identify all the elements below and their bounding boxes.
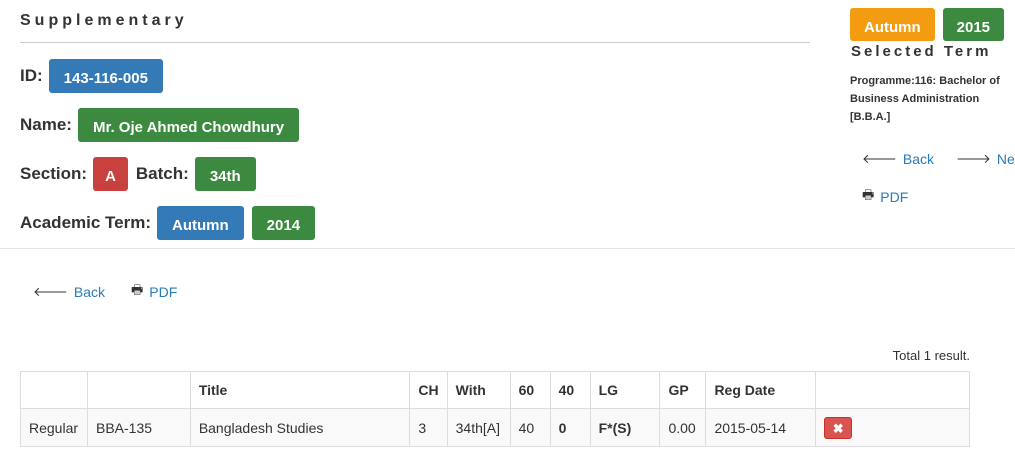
selected-season-badge: Autumn [850,8,935,41]
column-header-60[interactable]: 60 [509,371,551,409]
term-pdf-link[interactable]: 🖶 PDF [862,186,908,208]
print-icon: 🖶 [131,282,144,297]
section-label: Section: [20,164,88,183]
results-table: Title CH With 60 40 LG GP Reg Date Regul… [20,371,970,447]
cell-title: Bangladesh Studies [189,408,411,447]
table-header-row: Title CH With 60 40 LG GP Reg Date [20,371,970,409]
term-season-badge: Autumn [157,206,244,240]
column-header [86,371,191,409]
id-label: ID: [20,66,43,85]
selected-term-badges: Autumn 2015 [850,8,1005,41]
name-badge: Mr. Oje Ahmed Chowdhury [77,108,300,142]
column-header [815,371,970,409]
cell-60: 40 [509,408,551,447]
arrow-left-icon: 🡐 [862,151,897,166]
delete-button[interactable]: ✖ [824,416,853,439]
cell-reg-date: 2015-05-14 [705,408,817,447]
pdf-label: PDF [149,284,178,300]
term-pdf-label: PDF [880,189,909,205]
section-badge: A [93,157,128,191]
result-count: Total 1 result. [892,348,970,363]
selected-year-badge: 2015 [942,8,1005,41]
name-row: Name: Mr. Oje Ahmed Chowdhury [20,108,300,142]
column-header-title[interactable]: Title [189,371,411,409]
table-row: Regular BBA-135 Bangladesh Studies 3 34t… [20,408,970,447]
column-header-ch[interactable]: CH [409,371,448,409]
print-icon: 🖶 [862,187,875,202]
back-label: Back [73,284,105,300]
batch-label: Batch: [135,164,189,183]
section-row: Section: A Batch: 34th [20,157,256,191]
batch-badge: 34th [194,157,256,191]
cell-with: 34th[A] [446,408,511,447]
column-header-gp[interactable]: GP [659,371,707,409]
column-header-40[interactable]: 40 [549,371,591,409]
column-header-lg[interactable]: LG [589,371,661,409]
id-badge: 143-116-005 [48,59,163,93]
page-title: Supplementary [20,12,188,29]
cell-40: 0 [549,408,591,447]
column-header-with[interactable]: With [446,371,511,409]
term-back-link[interactable]: 🡐 Back [862,151,934,167]
academic-term-label: Academic Term: [20,213,152,232]
column-header [20,371,88,409]
pdf-link[interactable]: 🖶 PDF [131,281,177,303]
selected-term-label: Selected Term [851,43,992,60]
term-pdf-nav: 🖶 PDF [862,186,908,208]
cell-type: Regular [20,408,88,447]
academic-term-row: Academic Term: Autumn 2014 [20,206,316,240]
column-header-reg-date[interactable]: Reg Date [705,371,817,409]
result-nav: 🡐 Back 🖶 PDF [33,281,177,303]
id-row: ID: 143-116-005 [20,59,163,93]
cell-lg: F*(S) [589,408,661,447]
times-icon: ✖ [832,420,844,436]
name-label: Name: [20,115,72,134]
back-link[interactable]: 🡐 Back [33,281,105,303]
arrow-right-icon: 🡒 [956,151,991,166]
programme-text: Programme:116: Bachelor of Business Admi… [850,75,1000,123]
term-nav: 🡐 Back 🡒 Next [862,151,1015,167]
cell-ch: 3 [409,408,448,447]
term-year-badge: 2014 [251,206,316,240]
term-next-label: Next [996,151,1015,167]
title-divider [20,42,810,43]
arrow-left-icon: 🡐 [33,284,68,299]
section-divider [0,248,1015,249]
cell-actions: ✖ [815,408,970,447]
term-back-label: Back [902,151,934,167]
cell-code: BBA-135 [86,408,191,447]
term-next-link[interactable]: 🡒 Next [956,151,1015,167]
cell-gp: 0.00 [659,408,707,447]
